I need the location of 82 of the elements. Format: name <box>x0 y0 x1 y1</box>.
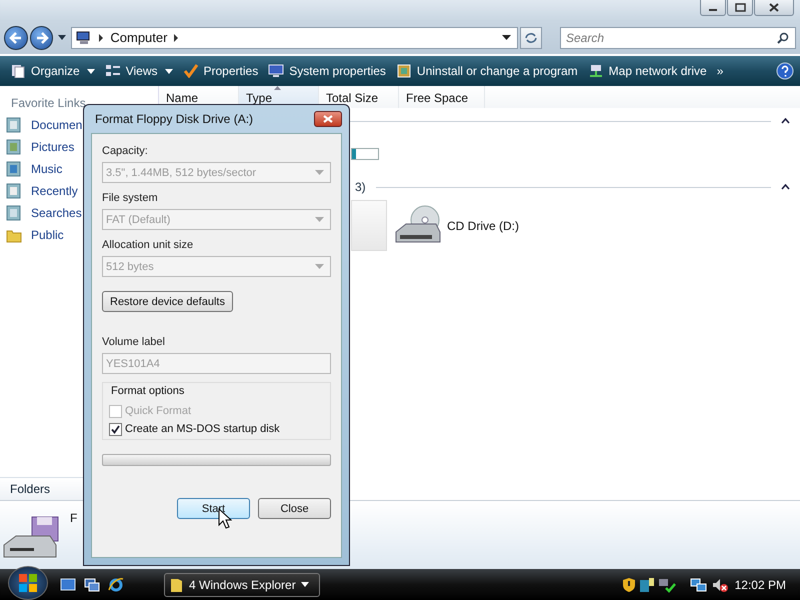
history-caret-icon[interactable] <box>58 34 66 40</box>
more-button[interactable]: » <box>712 62 728 80</box>
details-name: F <box>70 511 78 525</box>
checkbox[interactable] <box>109 422 122 436</box>
network-icon[interactable] <box>690 576 708 592</box>
close-button[interactable] <box>754 0 794 16</box>
favorite-link[interactable]: Recently <box>31 184 78 198</box>
column-header[interactable]: Total Size <box>319 86 399 108</box>
favorite-links-heading: Favorite Links <box>10 95 87 112</box>
toolbar-button[interactable]: Views <box>100 62 176 80</box>
shield-icon[interactable] <box>622 576 636 592</box>
close-button[interactable] <box>314 111 342 127</box>
dropdown-caret-icon <box>164 68 172 74</box>
browser-icon[interactable] <box>108 576 124 592</box>
forward-arrow-icon <box>34 30 49 44</box>
selected-drive-tile[interactable] <box>351 200 387 251</box>
drive-usage-bar <box>351 148 379 160</box>
minimize-button[interactable] <box>700 0 726 16</box>
back-button[interactable] <box>4 26 28 50</box>
dialog-title: Format Floppy Disk Drive (A:) <box>95 112 254 126</box>
checkmark-icon <box>111 424 120 434</box>
organize-icon <box>10 64 26 78</box>
views-icon <box>104 64 121 78</box>
close-icon <box>323 115 333 123</box>
sidebar-icon[interactable] <box>638 576 655 592</box>
program-icon <box>396 64 412 78</box>
address-path[interactable]: Computer <box>110 30 168 45</box>
dropdown-caret-icon[interactable] <box>502 34 512 40</box>
computer-icon <box>76 30 92 44</box>
group-title: Format options <box>111 385 186 397</box>
toolbar-button[interactable]: Organize <box>6 62 99 80</box>
favorite-link[interactable]: Documen <box>31 118 82 132</box>
start-button[interactable] <box>8 566 48 600</box>
show-desktop-icon[interactable] <box>60 578 76 592</box>
network-drive-icon <box>588 64 604 78</box>
close-icon <box>769 3 779 12</box>
field-label: File system <box>102 192 159 204</box>
windows-logo-icon <box>18 572 38 592</box>
dropdown-caret-icon <box>315 264 324 269</box>
dialog-button[interactable]: Start <box>177 498 250 519</box>
field-label: Capacity: <box>102 145 149 157</box>
maximize-button[interactable] <box>727 0 753 16</box>
sort-arrow-icon <box>274 86 281 90</box>
column-header[interactable]: Free Space <box>399 86 485 108</box>
dialog-button[interactable]: Close <box>258 498 331 519</box>
muted-speaker-icon[interactable] <box>710 576 729 592</box>
taskbar-button[interactable]: 4 Windows Explorer <box>164 572 320 596</box>
collapse-icon[interactable] <box>781 118 790 124</box>
field-label: Volume label <box>102 336 166 348</box>
favorite-link[interactable]: Pictures <box>31 140 74 154</box>
checkmark-icon <box>182 64 198 78</box>
toolbar-button[interactable]: Properties <box>178 62 262 80</box>
maximize-icon <box>734 3 746 12</box>
favorite-link[interactable]: Searches <box>31 206 82 220</box>
toolbar-button[interactable]: Uninstall or change a program <box>392 62 582 80</box>
search-field[interactable]: Search <box>560 26 796 48</box>
folder-icon <box>170 576 184 592</box>
favorite-link[interactable]: Public <box>31 228 64 242</box>
forward-button[interactable] <box>30 26 54 50</box>
favorite-link[interactable]: Music <box>31 162 62 176</box>
clock[interactable]: 12:02 PM <box>734 578 786 592</box>
breadcrumb-arrow-icon[interactable] <box>173 34 180 42</box>
back-arrow-icon <box>8 30 23 44</box>
dropdown-caret-icon <box>86 68 95 74</box>
help-icon[interactable] <box>776 62 794 80</box>
drive-label[interactable]: CD Drive (D:) <box>447 218 519 232</box>
breadcrumb-arrow-icon[interactable] <box>98 34 104 42</box>
field-label: Allocation unit size <box>102 239 194 251</box>
refresh-icon <box>524 32 538 44</box>
checkbox-label[interactable]: Create an MS-DOS startup disk <box>125 423 280 435</box>
window-switcher-icon[interactable] <box>84 578 100 592</box>
restore-defaults-button[interactable]: Restore device defaults <box>102 291 233 312</box>
network-status-icon[interactable] <box>658 576 676 592</box>
address-bar[interactable]: Computer <box>71 26 518 48</box>
refresh-button[interactable] <box>520 26 542 48</box>
toolbar-button[interactable]: Map network drive <box>584 62 711 80</box>
dropdown-caret-icon <box>300 582 309 587</box>
dropdown-caret-icon <box>315 217 324 222</box>
dropdown-caret-icon <box>315 170 324 175</box>
collapse-icon[interactable] <box>781 184 790 190</box>
toolbar-button[interactable]: System properties <box>264 62 390 80</box>
monitor-icon <box>268 64 284 78</box>
